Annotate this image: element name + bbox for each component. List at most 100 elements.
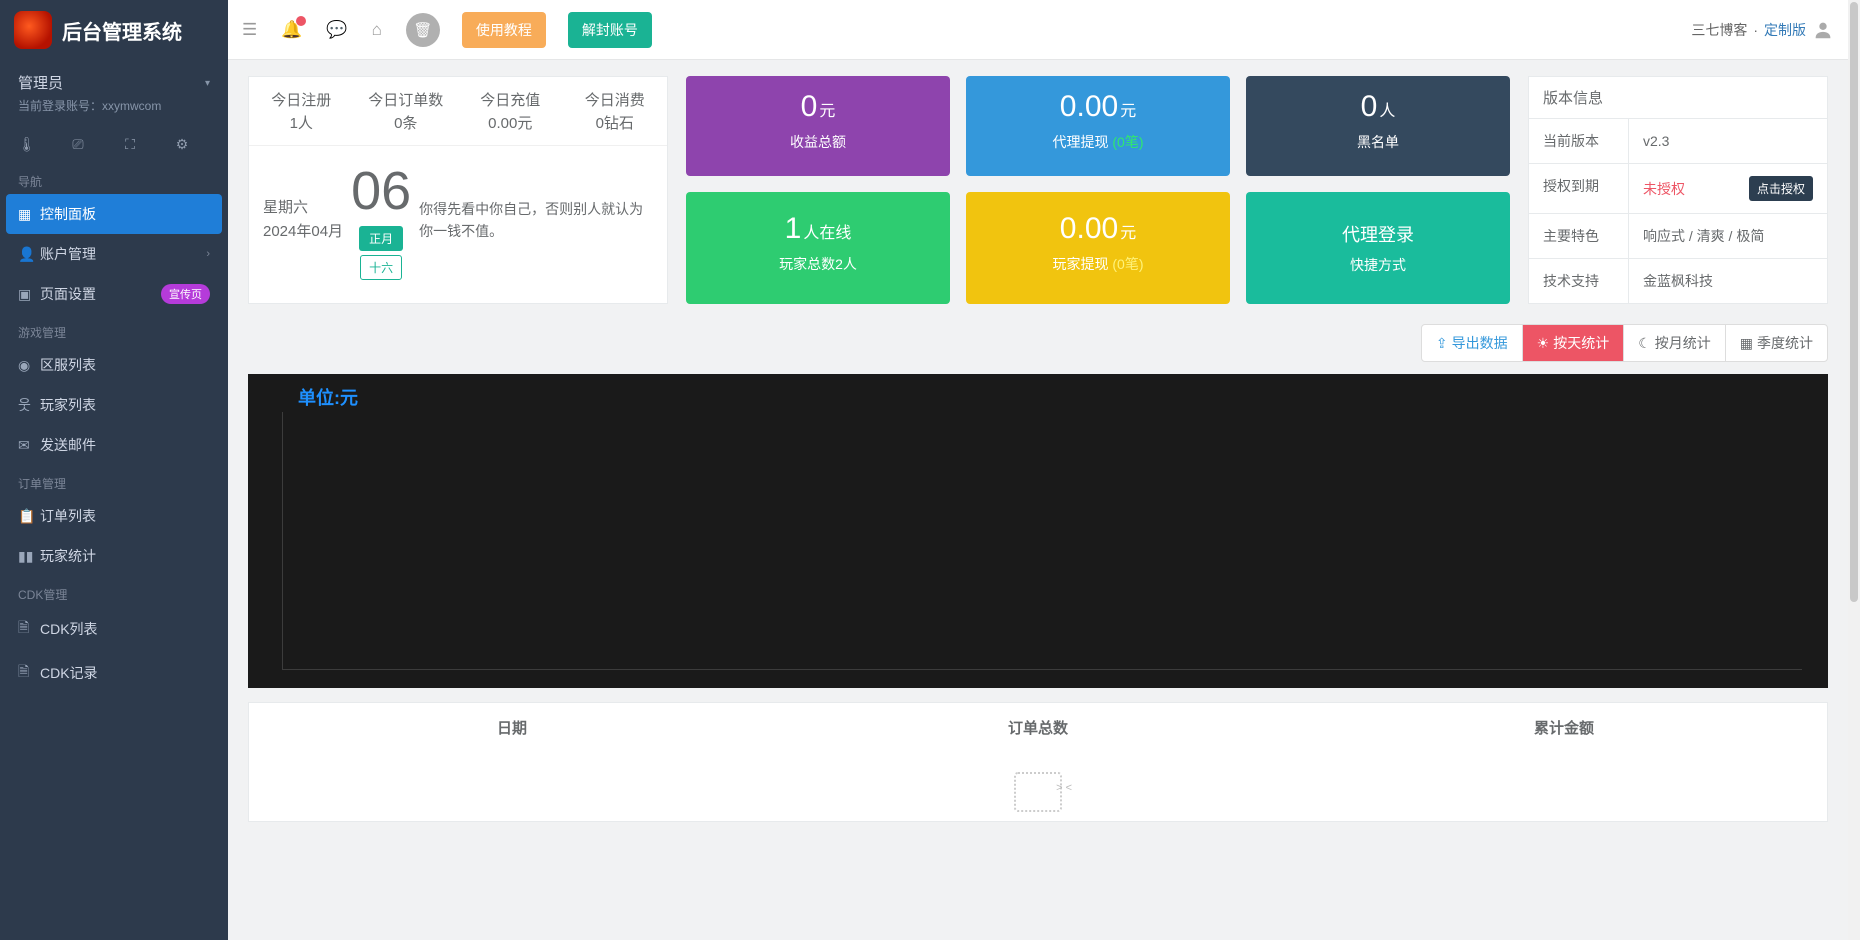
admin-menu[interactable]: 管理员 当前登录账号：xxymwcom ▾ (0, 60, 228, 120)
caret-down-icon: ▾ (205, 78, 210, 89)
table-header: 日期 订单总数 累计金额 (249, 703, 1827, 752)
sun-icon: ☀ (1537, 335, 1550, 352)
notification-dot (296, 16, 306, 26)
card-agent-login[interactable]: 代理登录快捷方式 (1246, 192, 1510, 304)
section-game: 游戏管理 (0, 314, 228, 345)
version-value: v2.3 (1629, 119, 1827, 163)
sidebar-item-cdk-list[interactable]: 🗎CDK列表 (0, 607, 228, 651)
card-revenue[interactable]: 0元收益总额 (686, 76, 950, 176)
version-panel: 版本信息 当前版本v2.3 授权到期未授权点击授权 主要特色响应式 / 清爽 /… (1528, 76, 1828, 304)
by-quarter-button[interactable]: ▦季度统计 (1726, 325, 1827, 361)
sidebar-item-player[interactable]: 웃玩家列表 (0, 385, 228, 425)
support-value: 金蓝枫科技 (1629, 259, 1827, 303)
stat-reg-value: 1人 (253, 112, 350, 133)
stats-toolbar: ⇪导出数据 ☀按天统计 ☾按月统计 ▦季度统计 (248, 324, 1828, 362)
upload-icon: ⇪ (1436, 335, 1448, 352)
unban-button[interactable]: 解封账号 (568, 12, 652, 48)
stat-con-value: 0钻石 (567, 112, 664, 133)
app-title: 后台管理系统 (62, 16, 182, 45)
stat-ord-title: 今日订单数 (358, 89, 455, 110)
gear-icon[interactable]: ⚙ (174, 136, 190, 153)
sidebar-item-dashboard[interactable]: ▦控制面板 (6, 194, 222, 234)
message-icon[interactable]: 💬 (326, 20, 347, 40)
chevron-right-icon: › (206, 248, 210, 260)
list-icon: 📋 (18, 508, 40, 525)
day-number: 06 (351, 160, 411, 222)
sidebar: 后台管理系统 管理员 当前登录账号：xxymwcom ▾ 🌡 ⎚ ⛶ ⚙ 导航 … (0, 0, 228, 940)
header-icons: ☰ 🔔 💬 ⌂ 🗑 (242, 13, 440, 47)
summary-cards: 0元收益总额 0.00元代理提现 (0笔) 0人黑名单 1人在线玩家总数2人 0… (686, 76, 1510, 304)
logo-image (14, 11, 52, 49)
thermometer-icon[interactable]: 🌡 (18, 136, 34, 153)
page-icon: ▣ (18, 286, 40, 303)
chart-area: 单位:元 (248, 374, 1828, 688)
edition-link[interactable]: 定制版 (1764, 20, 1806, 40)
card-agent-withdraw[interactable]: 0.00元代理提现 (0笔) (966, 76, 1230, 176)
home-icon[interactable]: ⌂ (372, 20, 382, 40)
orders-table: 日期 订单总数 累计金额 (248, 702, 1828, 822)
logo[interactable]: 后台管理系统 (0, 0, 228, 60)
table-empty-state (249, 752, 1827, 821)
card-online[interactable]: 1人在线玩家总数2人 (686, 192, 950, 304)
players-icon: 웃 (18, 395, 40, 415)
section-order: 订单管理 (0, 465, 228, 496)
header: ☰ 🔔 💬 ⌂ 🗑 使用教程 解封账号 三七博客 · 定制版 (228, 0, 1848, 60)
scrollbar-thumb[interactable] (1850, 2, 1858, 602)
sidebar-item-page[interactable]: ▣页面设置宣传页 (0, 274, 228, 314)
menu-icon[interactable]: ☰ (242, 20, 257, 40)
sidebar-item-orders[interactable]: 📋订单列表 (0, 496, 228, 536)
tutorial-button[interactable]: 使用教程 (462, 12, 546, 48)
user-icon: 👤 (18, 246, 40, 263)
login-value: xxymwcom (102, 99, 161, 113)
sidebar-item-mail[interactable]: ✉发送邮件 (0, 425, 228, 465)
pin-icon[interactable]: ⎚ (70, 136, 86, 153)
stat-reg-title: 今日注册 (253, 89, 350, 110)
card-player-withdraw[interactable]: 0.00元玩家提现 (0笔) (966, 192, 1230, 304)
by-month-button[interactable]: ☾按月统计 (1624, 325, 1726, 361)
chart-icon: ▮▮ (18, 548, 40, 565)
sidebar-item-zone[interactable]: ◉区服列表 (0, 345, 228, 385)
mail-icon: ✉ (18, 437, 40, 454)
lunar-day-tag: 十六 (360, 255, 402, 280)
stat-rec-value: 0.00元 (462, 112, 559, 133)
section-nav: 导航 (0, 163, 228, 194)
brand-text: 三七博客 (1691, 20, 1747, 40)
weekday: 星期六 (263, 196, 343, 220)
sidebar-quick-icons: 🌡 ⎚ ⛶ ⚙ (0, 120, 228, 163)
year-month: 2024年04月 (263, 220, 343, 244)
avatar-icon[interactable] (1812, 19, 1834, 41)
vertical-scrollbar[interactable] (1848, 0, 1860, 940)
lunar-month-tag: 正月 (359, 226, 403, 251)
calendar-icon: ▦ (1740, 335, 1753, 352)
by-day-button[interactable]: ☀按天统计 (1523, 325, 1625, 361)
stat-con-title: 今日消费 (567, 89, 664, 110)
trash-icon[interactable]: 🗑 (406, 13, 440, 47)
bell-icon[interactable]: 🔔 (281, 20, 302, 40)
today-panel: 今日注册1人 今日订单数0条 今日充值0.00元 今日消费0钻石 星期六 202… (248, 76, 668, 304)
file-icon: 🗎 (18, 617, 40, 641)
col-amount: 累计金额 (1301, 703, 1827, 752)
sidebar-item-cdk-record[interactable]: 🗎CDK记录 (0, 651, 228, 695)
version-title: 版本信息 (1529, 77, 1827, 119)
section-cdk: CDK管理 (0, 576, 228, 607)
features-value: 响应式 / 清爽 / 极简 (1629, 214, 1827, 258)
sidebar-item-stats[interactable]: ▮▮玩家统计 (0, 536, 228, 576)
cart-icon[interactable]: ⛶ (122, 136, 138, 153)
admin-role: 管理员 (18, 72, 210, 93)
card-blacklist[interactable]: 0人黑名单 (1246, 76, 1510, 176)
dashboard-icon: ▦ (18, 206, 40, 223)
col-orders: 订单总数 (775, 703, 1301, 752)
main-content: 今日注册1人 今日订单数0条 今日充值0.00元 今日消费0钻石 星期六 202… (228, 0, 1848, 842)
login-label: 当前登录账号： (18, 99, 102, 113)
stat-ord-value: 0条 (358, 112, 455, 133)
empty-icon (1014, 772, 1062, 812)
server-icon: ◉ (18, 357, 40, 374)
header-right: 三七博客 · 定制版 (1691, 19, 1834, 41)
file-icon: 🗎 (18, 661, 40, 685)
authorize-button[interactable]: 点击授权 (1749, 176, 1813, 201)
promo-badge: 宣传页 (161, 284, 210, 304)
export-button[interactable]: ⇪导出数据 (1422, 325, 1523, 361)
moon-icon: ☾ (1638, 335, 1651, 352)
sidebar-item-account[interactable]: 👤账户管理› (0, 234, 228, 274)
chart-title: 单位:元 (268, 384, 1808, 410)
